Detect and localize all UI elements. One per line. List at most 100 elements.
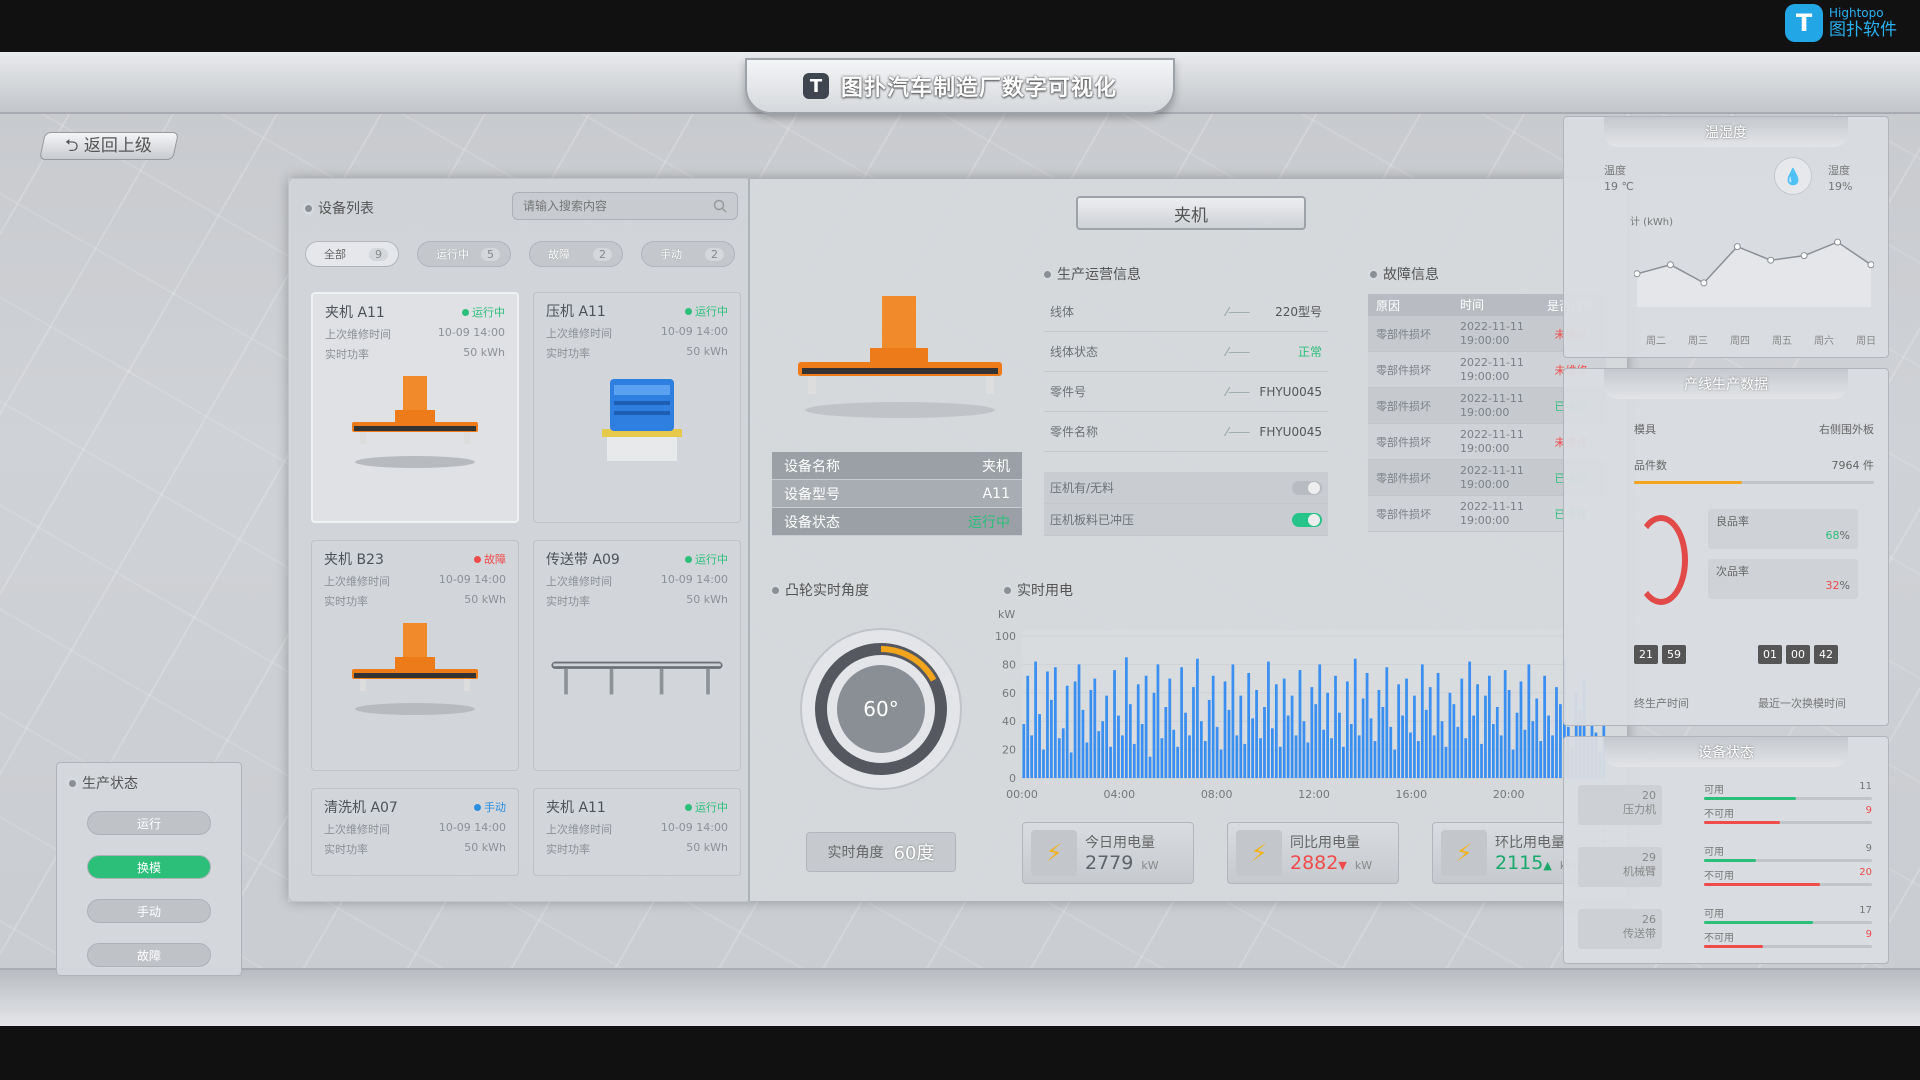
power-bar [1314,704,1318,778]
tool-label: 模具 [1634,423,1656,436]
device-card[interactable]: 清洗机 A07 手动 上次维修时间 10-09 14:00 实时功率 50 kWh [311,788,519,876]
group-name: 机械臂 [1623,865,1656,878]
ok-label: 可用 [1704,909,1724,920]
bad-label: 次品率 [1716,565,1749,578]
state-button-manual[interactable]: 手动 [87,899,211,923]
env-point [1700,279,1708,287]
toggle-label: 压机有/无料 [1050,481,1115,495]
info-row: 设备名称 夹机 [772,452,1022,480]
power-bar [1290,695,1294,778]
repair-time: 10-09 14:00 [437,326,505,339]
bullet-icon [772,586,779,594]
bad-bar [1704,821,1872,824]
bad-value: 32 [1825,579,1840,592]
power-bar [1432,735,1436,778]
fault-clock: 19:00:00 [1460,513,1510,527]
power-bar [1117,715,1120,778]
filter-all[interactable]: 全部 9 [305,241,399,267]
brand-line2: 图扑软件 [1829,20,1897,40]
device-card[interactable]: 夹机 A11 运行中 上次维修时间 10-09 14:00 实时功率 50 kWh [311,292,519,523]
ops-key: 零件号 [1050,385,1087,399]
state-button-fault[interactable]: 故障 [87,943,211,967]
power-title: 实时用电 [1004,580,1073,600]
filter-manual[interactable]: 手动 2 [641,241,735,267]
power-bar [1488,675,1491,778]
power-value: 50 kWh [686,841,728,854]
filter-count: 2 [593,247,612,261]
y-tick-label: 80 [1002,658,1016,671]
ratio-ring [1634,515,1688,605]
device-card[interactable]: 夹机 A11 运行中 上次维修时间 10-09 14:00 实时功率 50 kWh [533,788,741,876]
env-day-label: 周四 [1730,336,1750,347]
kpi-unit: kW [1354,859,1373,872]
status-text: 手动 [484,801,506,814]
state-button-run[interactable]: 运行 [87,811,211,835]
bad-label: 不可用 [1704,871,1734,882]
toggle-row: 压机板料已冲压 [1044,504,1328,536]
filter-fault[interactable]: 故障 2 [529,241,623,267]
repair-label: 上次维修时间 [546,327,612,340]
y-tick-label: 100 [996,630,1016,643]
fault-reason: 零部件损坏 [1376,327,1431,341]
power-bar [1144,675,1148,778]
temp-block: 温度 19 ℃ [1604,163,1634,195]
power-bar [1184,712,1187,778]
back-button[interactable]: ⮌ 返回上级 [39,132,179,160]
toggle-row: 压机有/无料 [1044,472,1328,504]
ok-count: 11 [1859,781,1872,792]
power-bar [1373,741,1377,778]
power-bar [1326,692,1329,778]
status-dot-icon [685,803,692,811]
x-tick-label: 16:00 [1395,788,1427,801]
device-card[interactable]: 夹机 B23 故障 上次维修时间 10-09 14:00 实时功率 50 kWh [311,540,519,771]
power-bar [1401,715,1404,778]
power-bar [1148,756,1152,778]
state-button-mold-change[interactable]: 换模 [87,855,211,879]
search-input[interactable] [523,199,713,213]
power-bar [1121,735,1124,778]
fault-title: 故障信息 [1370,264,1439,284]
power-bar [1124,657,1128,778]
power-bar [1551,735,1554,778]
search-icon[interactable] [713,199,727,213]
bad-count: 20 [1859,867,1872,878]
filter-count: 5 [481,247,500,261]
humidity-icon: 💧 [1774,157,1812,195]
power-bar [1156,664,1160,778]
device-card[interactable]: 压机 A11 运行中 上次维修时间 10-09 14:00 实时功率 50 kWh [533,292,741,523]
stamped-toggle[interactable] [1292,512,1322,527]
lightning-icon: ⚡ [1441,830,1487,876]
env-day-label: 周三 [1688,336,1708,347]
ok-row: 可用 9 [1704,843,1872,858]
power-bar [1361,698,1365,778]
power-bar [1247,672,1251,778]
fault-reason: 零部件损坏 [1376,471,1431,485]
search-box[interactable] [512,192,738,220]
env-point [1733,243,1741,251]
status-badge: 运行中 [685,551,728,567]
divider-icon: ⁄⁄⁄ —— [1226,344,1250,359]
up-arrow-icon: ▲ [1543,859,1552,872]
filter-count: 2 [705,247,724,261]
material-toggle[interactable] [1292,480,1322,495]
lightning-icon: ⚡ [1031,830,1077,876]
tool-value: 右侧围外板 [1819,423,1874,436]
fault-time: 2022-11-11 19:00:00 [1460,356,1544,384]
brand-line1: Hightopo [1829,6,1884,20]
ok-label: 可用 [1704,847,1724,858]
fault-clock: 19:00:00 [1460,369,1510,383]
time-digit: 59 [1662,645,1686,664]
power-bar [1543,675,1547,778]
fault-time: 2022-11-11 19:00:00 [1460,320,1544,348]
power-label: 实时功率 [546,843,590,856]
kpi-value: 2115 [1495,852,1544,874]
title-logo-icon: T [802,73,829,99]
power-bar [1192,687,1195,778]
ok-bar [1704,797,1872,800]
status-groups: 20 压力机 可用 11 不可用 9 29 机械臂 可用 9 不可用 20 26 传送带 可用… [1564,777,1890,963]
device-card[interactable]: 传送带 A09 运行中 上次维修时间 10-09 14:00 实时功率 50 kWh [533,540,741,771]
filter-running[interactable]: 运行中 5 [417,241,511,267]
device-name: 压机 A11 [546,304,606,320]
power-bar [1535,698,1539,778]
power-bar [1385,667,1389,778]
